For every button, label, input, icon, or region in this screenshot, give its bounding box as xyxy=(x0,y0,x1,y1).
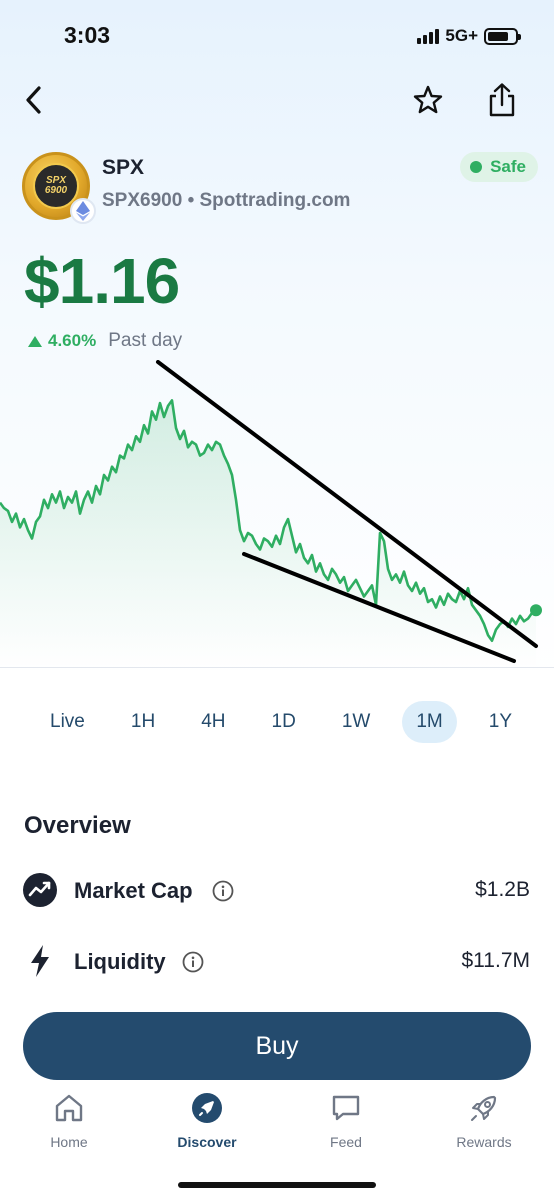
tab-discover-label: Discover xyxy=(177,1134,237,1150)
time-range-selector: Live 1H 4H 1D 1W 1M 1Y xyxy=(36,700,526,744)
tab-feed[interactable]: Feed xyxy=(291,1092,401,1158)
trend-chart-icon xyxy=(22,872,58,908)
price-area-fill xyxy=(0,400,536,668)
triangle-up-icon xyxy=(28,335,42,347)
share-icon xyxy=(489,83,515,117)
cellular-signal-icon xyxy=(417,28,440,44)
info-icon[interactable] xyxy=(182,951,204,973)
token-price: $1.16 xyxy=(24,245,180,317)
buy-button[interactable]: Buy xyxy=(23,1012,531,1080)
star-icon xyxy=(413,85,443,114)
safety-label: Safe xyxy=(490,157,526,176)
overview-title: Overview xyxy=(24,812,131,839)
tab-discover[interactable]: Discover xyxy=(152,1092,262,1158)
rocket-icon xyxy=(191,1092,223,1124)
share-button[interactable] xyxy=(480,76,524,124)
info-icon[interactable] xyxy=(212,880,234,902)
token-subtitle: SPX6900 • Spottrading.com xyxy=(102,190,351,211)
chat-icon xyxy=(330,1092,362,1124)
latest-price-dot xyxy=(530,604,542,617)
back-button[interactable] xyxy=(12,76,56,124)
range-1w[interactable]: 1W xyxy=(328,701,385,743)
status-indicators: 5G+ xyxy=(417,26,521,46)
liquidity-row: Liquidity $11.7M xyxy=(22,939,532,983)
network-type-label: 5G+ xyxy=(445,26,478,45)
safe-status-dot xyxy=(470,161,483,173)
price-chart[interactable] xyxy=(0,360,554,668)
market-cap-row: Market Cap $1.2B xyxy=(22,868,532,912)
status-bar: 3:03 5G+ xyxy=(0,0,554,72)
token-symbol: SPX xyxy=(102,156,145,179)
bottom-tab-bar: Home Discover Feed Rewards xyxy=(0,1092,554,1162)
tab-home[interactable]: Home xyxy=(14,1092,124,1158)
home-icon xyxy=(53,1092,85,1124)
tab-rewards-label: Rewards xyxy=(456,1134,512,1150)
favorite-button[interactable] xyxy=(406,76,450,124)
range-1m[interactable]: 1M xyxy=(402,701,457,743)
token-logo-text: SPX 6900 xyxy=(44,175,68,196)
tab-home-label: Home xyxy=(50,1134,88,1150)
token-header: SPX 6900 SPX SPX6900 • Spottrading.com S… xyxy=(22,152,542,226)
market-cap-value: $1.2B xyxy=(475,878,530,901)
liquidity-label: Liquidity xyxy=(74,949,166,974)
range-1y[interactable]: 1Y xyxy=(475,701,526,743)
chevron-left-icon xyxy=(26,86,41,114)
status-time: 3:03 xyxy=(64,22,111,48)
market-cap-label: Market Cap xyxy=(74,878,193,903)
change-percent: 4.60% xyxy=(48,331,97,350)
price-change: 4.60% Past day xyxy=(28,330,182,352)
range-live[interactable]: Live xyxy=(36,701,99,743)
range-1h[interactable]: 1H xyxy=(117,701,169,743)
price-chart-svg xyxy=(0,360,542,668)
liquidity-value: $11.7M xyxy=(461,949,531,972)
lightning-icon xyxy=(22,943,58,979)
top-nav xyxy=(0,76,554,126)
range-1d[interactable]: 1D xyxy=(258,701,310,743)
buy-button-label: Buy xyxy=(255,1031,299,1060)
shuttle-icon xyxy=(468,1092,500,1124)
tab-rewards[interactable]: Rewards xyxy=(429,1092,539,1158)
battery-icon xyxy=(484,27,521,45)
change-period: Past day xyxy=(108,330,183,351)
home-indicator xyxy=(178,1182,376,1188)
ethereum-chain-icon xyxy=(70,198,96,224)
safety-badge[interactable]: Safe xyxy=(460,152,538,182)
range-4h[interactable]: 4H xyxy=(187,701,239,743)
tab-feed-label: Feed xyxy=(330,1134,362,1150)
chart-baseline xyxy=(0,667,554,668)
